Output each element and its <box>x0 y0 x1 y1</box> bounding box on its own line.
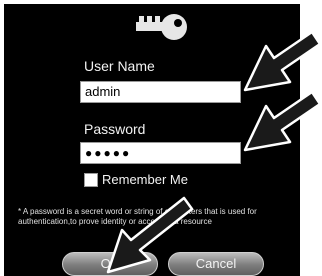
pointer-arrow-icon <box>106 196 194 274</box>
pointer-arrow-icon <box>243 30 322 92</box>
pointer-arrow-icon <box>243 90 322 152</box>
annotation-arrows <box>106 30 322 274</box>
